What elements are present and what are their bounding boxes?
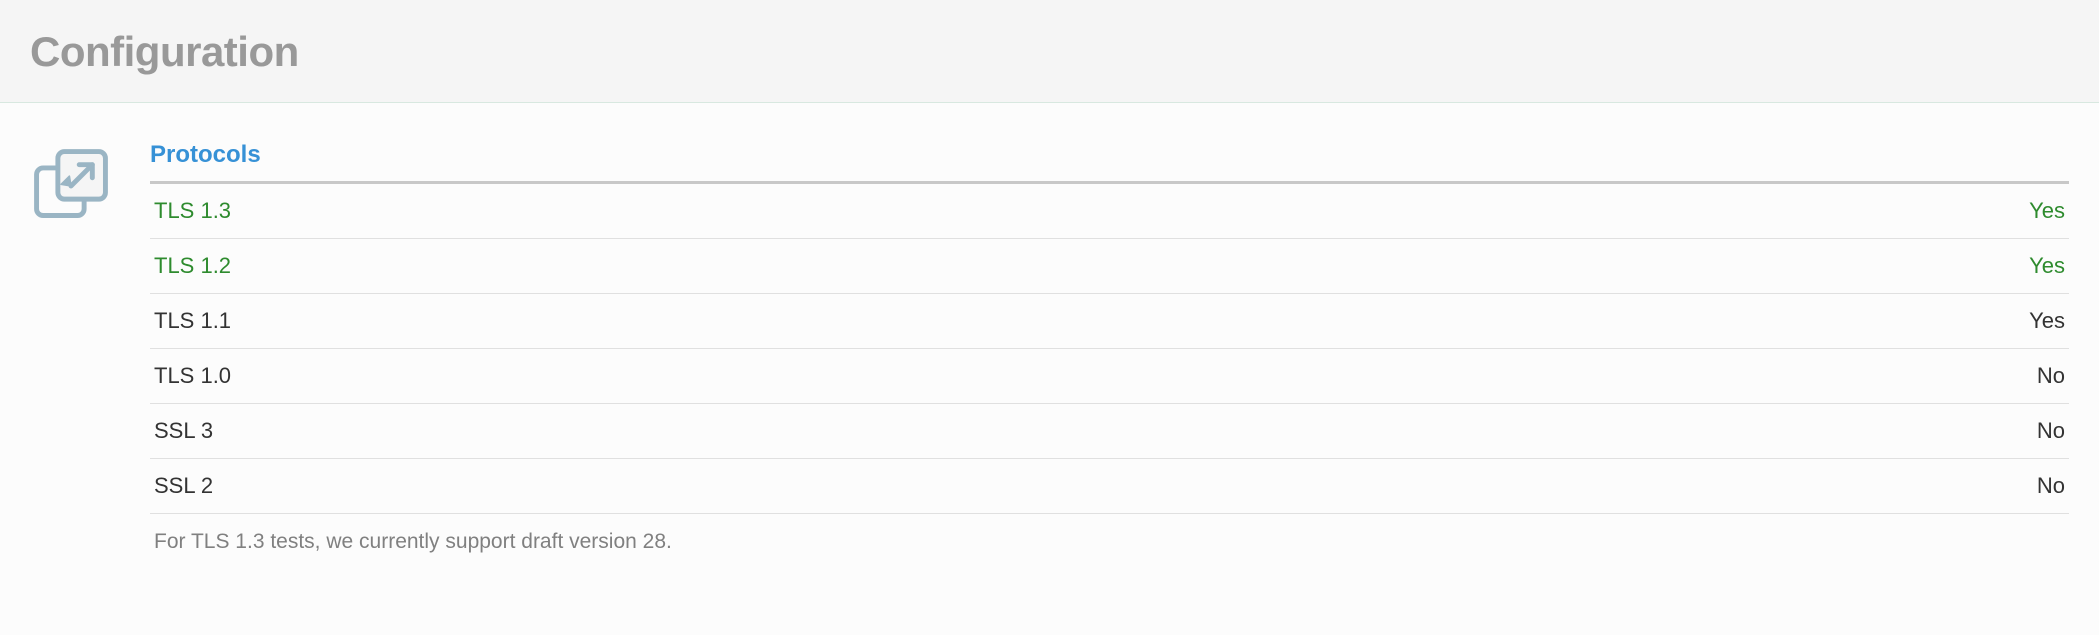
protocol-value: No <box>2037 418 2065 444</box>
protocol-name: SSL 2 <box>154 473 213 499</box>
section-footnote: For TLS 1.3 tests, we currently support … <box>150 514 2069 554</box>
protocol-value: Yes <box>2029 308 2065 334</box>
protocols-section: Protocols TLS 1.3 Yes TLS 1.2 Yes TLS 1.… <box>150 141 2069 554</box>
page-header: Configuration <box>0 0 2099 103</box>
content-area: Protocols TLS 1.3 Yes TLS 1.2 Yes TLS 1.… <box>0 103 2099 592</box>
table-row: TLS 1.3 Yes <box>150 184 2069 239</box>
section-title: Protocols <box>150 141 2069 184</box>
protocol-name: TLS 1.0 <box>154 363 231 389</box>
expand-icon[interactable] <box>30 145 112 227</box>
protocol-name: TLS 1.3 <box>154 198 231 224</box>
protocol-value: No <box>2037 473 2065 499</box>
protocol-name: SSL 3 <box>154 418 213 444</box>
table-row: TLS 1.2 Yes <box>150 239 2069 294</box>
protocol-value: Yes <box>2029 253 2065 279</box>
protocol-name: TLS 1.2 <box>154 253 231 279</box>
table-row: TLS 1.0 No <box>150 349 2069 404</box>
page-title: Configuration <box>30 28 2069 76</box>
protocol-value: Yes <box>2029 198 2065 224</box>
icon-column <box>30 141 112 554</box>
protocol-name: TLS 1.1 <box>154 308 231 334</box>
table-row: SSL 2 No <box>150 459 2069 514</box>
table-row: TLS 1.1 Yes <box>150 294 2069 349</box>
protocol-value: No <box>2037 363 2065 389</box>
table-row: SSL 3 No <box>150 404 2069 459</box>
